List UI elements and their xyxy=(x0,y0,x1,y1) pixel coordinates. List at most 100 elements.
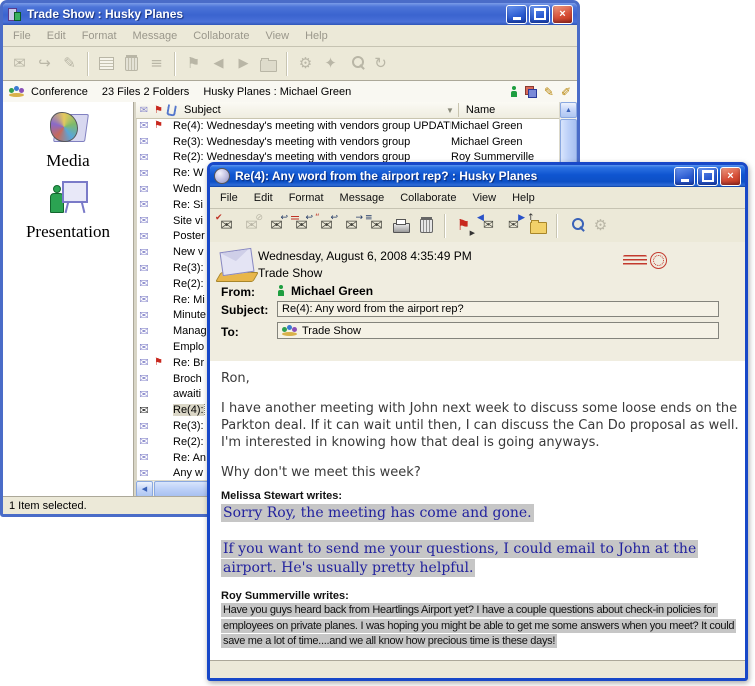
list-item[interactable]: ✉⚑Re(4): Wednesday's meeting with vendor… xyxy=(136,118,560,134)
status-text: 1 Item selected. xyxy=(9,500,87,512)
edit-button[interactable]: ✎ xyxy=(57,51,82,77)
envelope-column-icon[interactable]: ✉ xyxy=(136,105,152,116)
menu-message[interactable]: Message xyxy=(333,190,392,206)
print-button[interactable] xyxy=(389,213,414,239)
name-column-header[interactable]: Name xyxy=(466,104,495,116)
menu-format[interactable]: Format xyxy=(75,28,124,44)
message-icon: ✉ xyxy=(136,389,152,400)
title-bar[interactable]: Trade Show : Husky Planes × xyxy=(3,3,577,25)
scroll-left-button[interactable]: ◀ xyxy=(136,481,153,497)
quoted-text: Have you guys heard back from Heartlings… xyxy=(221,603,737,650)
menu-file[interactable]: File xyxy=(6,28,38,44)
split-view-button[interactable]: ≡ xyxy=(144,51,169,77)
quote-icon: “ xyxy=(315,214,320,223)
message-header: Wednesday, August 6, 2008 4:35:49 PM Tra… xyxy=(210,242,745,362)
to-label: To: xyxy=(221,325,239,339)
previous-unread-button[interactable]: ✉◀ xyxy=(476,213,501,239)
message-icon: ✉ xyxy=(136,120,152,131)
close-button[interactable]: × xyxy=(552,5,573,24)
arrow-right-icon: ▶ xyxy=(470,230,475,237)
permissions-button[interactable]: ⚙ xyxy=(293,51,318,77)
reply-icon: ↩ xyxy=(305,214,313,223)
reply-button[interactable]: ✉↩ xyxy=(264,213,289,239)
subject-field[interactable]: Re(4): Any word from the airport rep? xyxy=(277,301,719,317)
open-button[interactable]: ↪ xyxy=(32,51,57,77)
message-icon: ✉ xyxy=(136,278,152,289)
flag-icon: ⚑ xyxy=(457,218,470,233)
summarize-icon xyxy=(99,57,114,70)
flag-button[interactable]: ⚑▶ xyxy=(451,213,476,239)
menu-view[interactable]: View xyxy=(258,28,296,44)
menu-collaborate[interactable]: Collaborate xyxy=(393,190,463,206)
minimize-icon xyxy=(513,17,521,20)
toolbar-separator xyxy=(174,52,176,76)
arrow-left-icon: ◀ xyxy=(142,485,147,493)
flag-button[interactable]: ⚑ xyxy=(181,51,206,77)
title-bar[interactable]: Re(4): Any word from the airport rep? : … xyxy=(210,165,745,187)
summarize-button[interactable] xyxy=(94,51,119,77)
unsend-button[interactable]: ✉⊘ xyxy=(239,213,264,239)
list-header[interactable]: ✉ ⚑ Subject ▼ Name xyxy=(136,102,560,119)
subject-column-header[interactable]: Subject xyxy=(184,104,446,116)
tools-button[interactable]: ⚙ xyxy=(588,213,613,239)
conference-name: Trade Show xyxy=(258,266,322,280)
search-button[interactable] xyxy=(563,213,588,239)
new-message-button[interactable]: ✉ xyxy=(7,51,32,77)
layers-icon[interactable] xyxy=(525,86,537,98)
menu-file[interactable]: File xyxy=(213,190,245,206)
menu-help[interactable]: Help xyxy=(505,190,542,206)
delete-button[interactable] xyxy=(119,51,144,77)
menu-edit[interactable]: Edit xyxy=(40,28,73,44)
menu-view[interactable]: View xyxy=(465,190,503,206)
subject-cell: Re(3): Wednesday's meeting with vendors … xyxy=(173,136,451,148)
menu-collaborate[interactable]: Collaborate xyxy=(186,28,256,44)
summarize-button[interactable]: ✉≡ xyxy=(364,213,389,239)
parent-folder-button[interactable] xyxy=(256,51,281,77)
minimize-icon xyxy=(681,179,689,182)
delete-button[interactable] xyxy=(414,213,439,239)
maximize-button[interactable] xyxy=(529,5,550,24)
minimize-button[interactable] xyxy=(674,167,695,186)
reply-sender-button[interactable]: ✉“↩ xyxy=(314,213,339,239)
folder-item-media[interactable]: Media xyxy=(3,110,133,171)
list-item[interactable]: ✉Re(3): Wednesday's meeting with vendors… xyxy=(136,134,560,150)
parent-folder-button[interactable]: ↑ xyxy=(526,213,551,239)
message-window: Re(4): Any word from the airport rep? : … xyxy=(207,162,748,681)
printer-icon xyxy=(393,223,410,233)
conference-icon xyxy=(9,86,25,98)
attachment-column-icon[interactable] xyxy=(166,104,177,116)
next-unread-button[interactable]: ✉▶ xyxy=(501,213,526,239)
settings-button[interactable]: ✦ xyxy=(318,51,343,77)
column-divider[interactable] xyxy=(458,103,459,117)
mark-read-button[interactable]: ✉✔ xyxy=(214,213,239,239)
maximize-button[interactable] xyxy=(697,167,718,186)
menu-edit[interactable]: Edit xyxy=(247,190,280,206)
menu-format[interactable]: Format xyxy=(282,190,331,206)
to-field[interactable]: Trade Show xyxy=(277,322,719,339)
message-icon: ✉ xyxy=(136,294,152,305)
close-icon: × xyxy=(559,9,565,20)
postmark-icon xyxy=(623,252,667,269)
message-icon: ✉ xyxy=(136,357,152,368)
lines-icon: ≡ xyxy=(365,214,373,223)
next-unread-button[interactable]: ▶ xyxy=(231,51,256,77)
search-button[interactable] xyxy=(343,51,368,77)
folder-item-presentation[interactable]: Presentation xyxy=(3,179,133,242)
sort-direction-icon[interactable]: ▼ xyxy=(446,106,454,115)
forward-button[interactable]: ✉→ xyxy=(339,213,364,239)
arrow-left-icon: ◀ xyxy=(477,214,484,223)
message-icon: ✉ xyxy=(136,263,152,274)
history-button[interactable]: ↻ xyxy=(368,51,393,77)
close-button[interactable]: × xyxy=(720,167,741,186)
from-value[interactable]: Michael Green xyxy=(277,284,373,298)
flag-column-icon[interactable]: ⚑ xyxy=(152,105,165,116)
pencil-icon[interactable]: ✎ xyxy=(544,85,554,99)
menu-message[interactable]: Message xyxy=(126,28,185,44)
previous-unread-button[interactable]: ◀ xyxy=(206,51,231,77)
quote-lines-icon xyxy=(291,216,299,221)
menu-help[interactable]: Help xyxy=(298,28,335,44)
pen-icon[interactable]: ✐ xyxy=(561,85,571,99)
scroll-up-button[interactable]: ▲ xyxy=(560,102,577,118)
reply-with-quote-button[interactable]: ✉↩ xyxy=(289,213,314,239)
minimize-button[interactable] xyxy=(506,5,527,24)
